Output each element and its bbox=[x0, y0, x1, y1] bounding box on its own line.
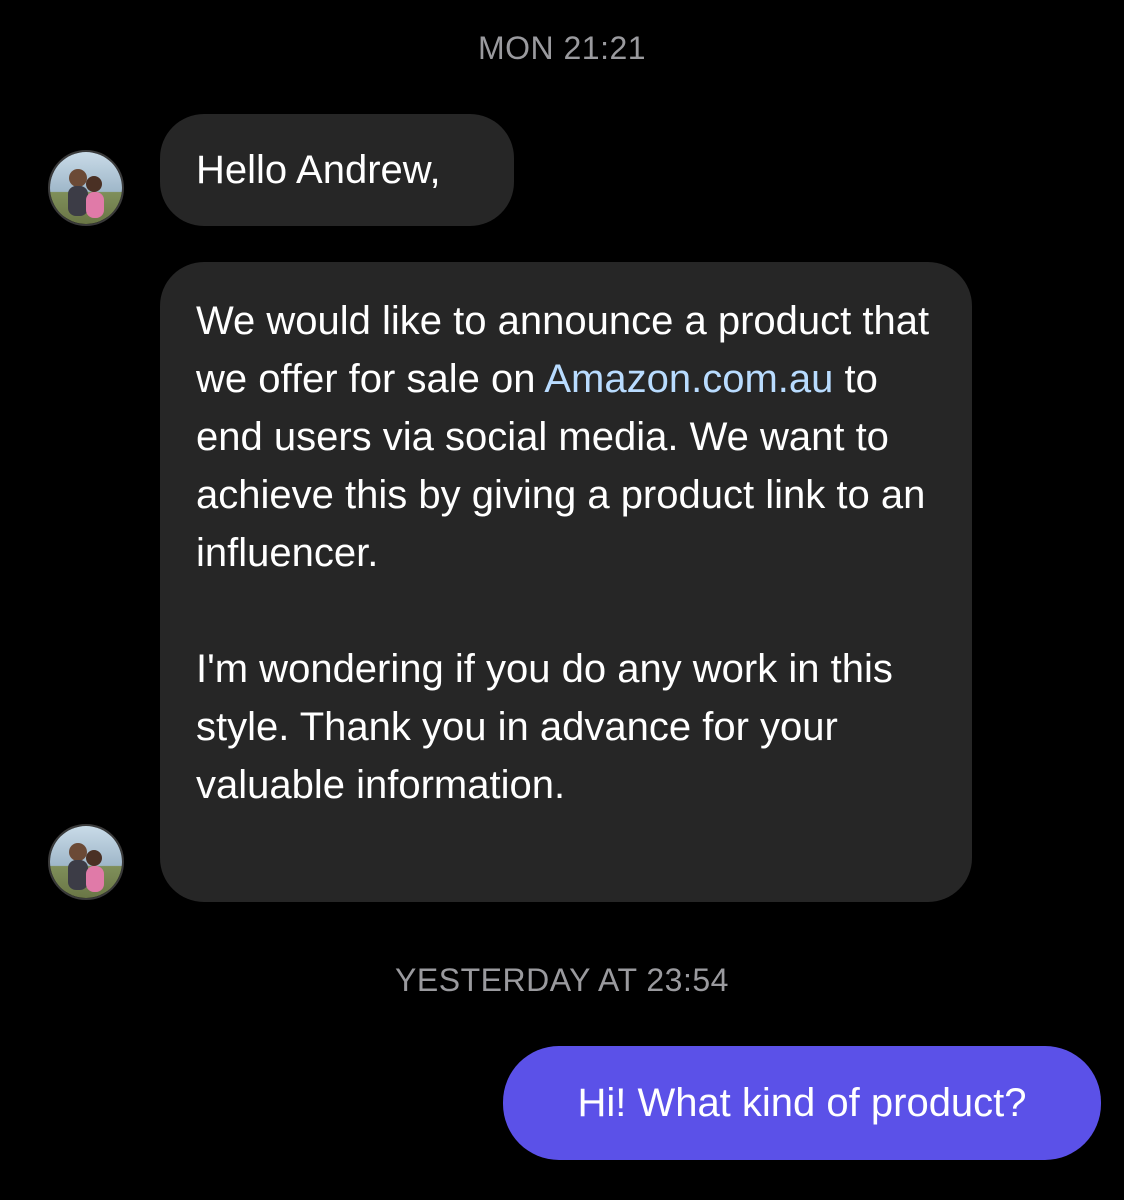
outgoing-message[interactable]: Hi! What kind of product? bbox=[503, 1046, 1101, 1160]
amazon-link[interactable]: Amazon.com.au bbox=[544, 357, 833, 401]
avatar-photo-icon bbox=[50, 152, 122, 224]
message-text: Hi! What kind of product? bbox=[577, 1081, 1027, 1125]
message-text: Hello Andrew, bbox=[196, 148, 441, 192]
avatar-photo-icon bbox=[50, 826, 122, 898]
sender-avatar[interactable] bbox=[48, 150, 124, 226]
timestamp-yesterday: YESTERDAY AT 23:54 bbox=[395, 962, 729, 998]
sender-avatar[interactable] bbox=[48, 824, 124, 900]
message-paragraph-2: I'm wondering if you do any work in this… bbox=[196, 647, 893, 807]
timestamp-monday: MON 21:21 bbox=[477, 30, 647, 66]
incoming-message-body[interactable]: We would like to announce a product that… bbox=[160, 262, 972, 902]
message-paragraph-1: We would like to announce a product that… bbox=[196, 292, 936, 582]
incoming-message-greeting[interactable]: Hello Andrew, bbox=[160, 114, 514, 226]
